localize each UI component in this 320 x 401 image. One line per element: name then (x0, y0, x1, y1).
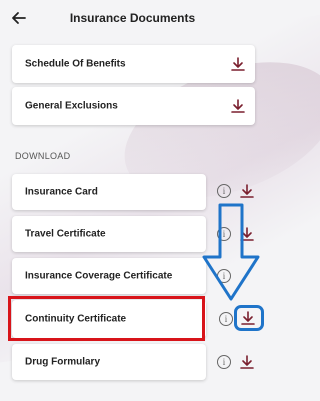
download-row-drug-formulary[interactable]: Drug Formulary (12, 344, 206, 380)
document-label: Schedule Of Benefits (25, 58, 126, 70)
highlight-box-continuity-certificate (8, 296, 205, 341)
section-label-download: DOWNLOAD (15, 151, 71, 161)
download-icon[interactable] (230, 56, 246, 72)
download-icon[interactable] (239, 183, 255, 199)
document-row-schedule-of-benefits[interactable]: Schedule Of Benefits (12, 45, 255, 83)
document-label: Travel Certificate (25, 228, 106, 240)
document-label: Insurance Card (25, 186, 98, 198)
header-bar: Insurance Documents (0, 0, 265, 38)
annotation-arrow-icon (202, 203, 260, 301)
document-row-general-exclusions[interactable]: General Exclusions (12, 87, 255, 125)
info-icon[interactable]: i (217, 184, 231, 198)
page-title: Insurance Documents (69, 11, 196, 25)
document-label: Drug Formulary (25, 356, 101, 368)
annotation-box-download (234, 305, 264, 331)
info-icon[interactable]: i (219, 312, 233, 326)
document-label: General Exclusions (25, 100, 118, 112)
download-row-insurance-card[interactable]: Insurance Card (12, 174, 206, 210)
download-row-insurance-coverage-certificate[interactable]: Insurance Coverage Certificate (12, 258, 206, 294)
document-label: Insurance Coverage Certificate (25, 270, 173, 282)
info-icon[interactable]: i (217, 355, 231, 369)
download-icon[interactable] (239, 354, 255, 370)
download-icon[interactable] (230, 98, 246, 114)
download-row-travel-certificate[interactable]: Travel Certificate (12, 216, 206, 252)
